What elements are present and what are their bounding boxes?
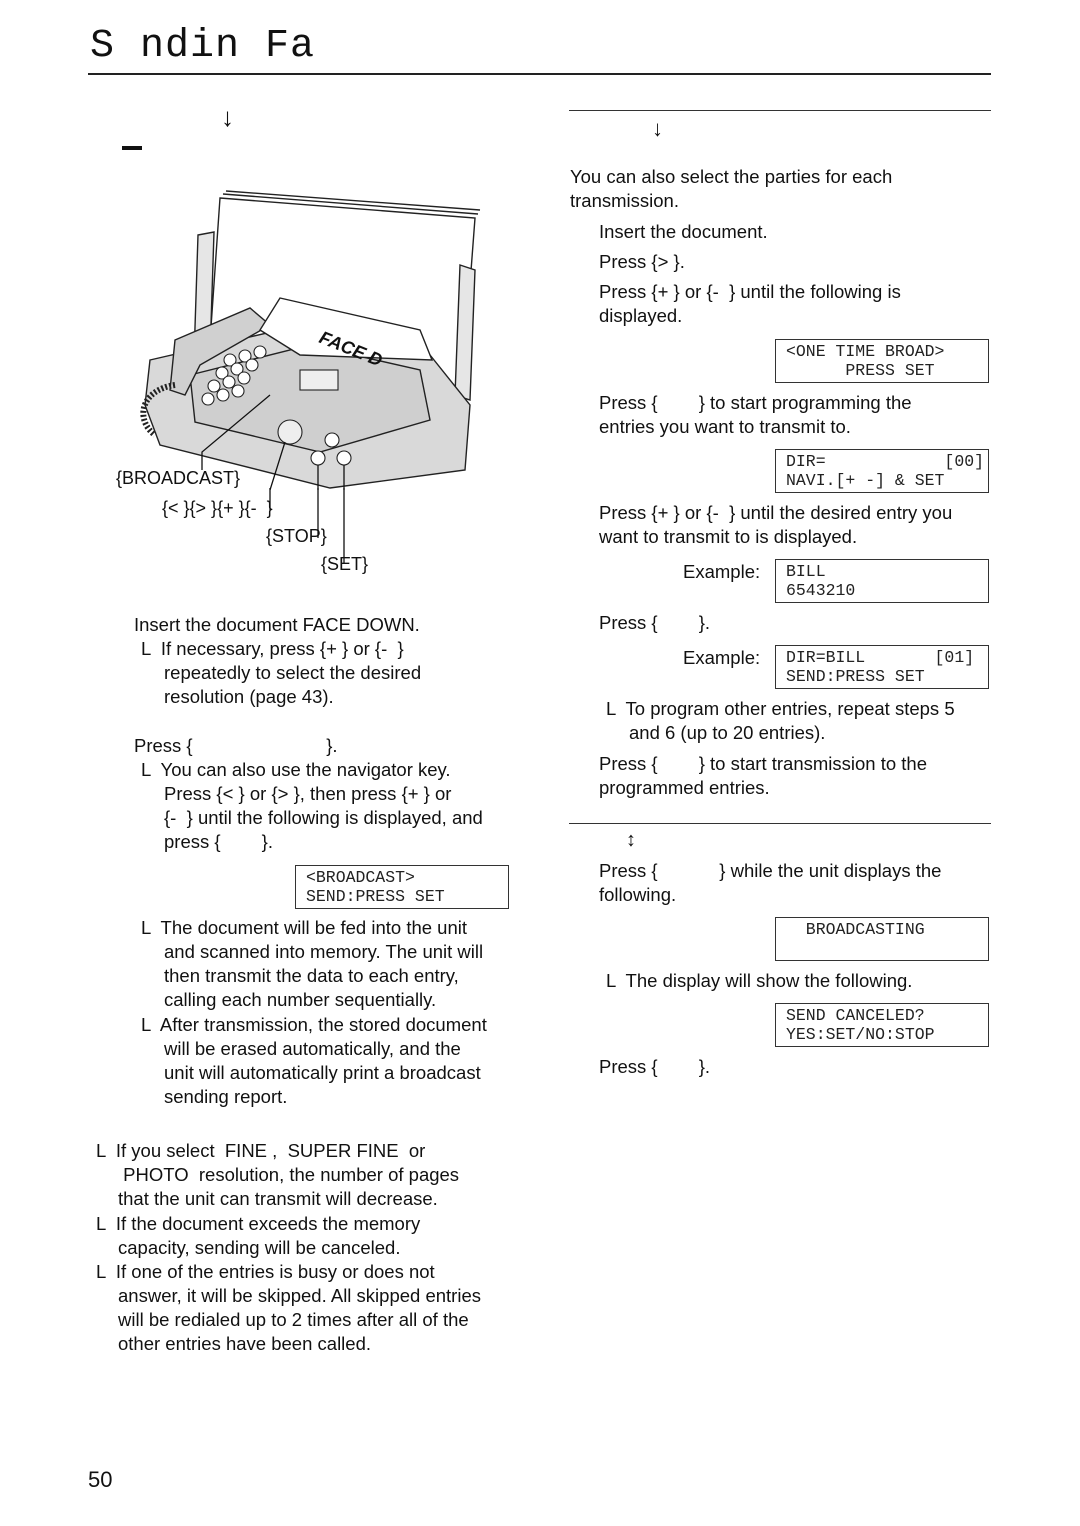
step-7: Press { } to start transmission to the: [599, 753, 927, 774]
navigator-key: [277, 419, 303, 445]
note-resolution-cont: PHOTO resolution, the number of pages: [118, 1164, 460, 1185]
step-navigator-note: L You can also use the navigator key.: [141, 759, 451, 780]
lcd-line: SEND:PRESS SET: [786, 667, 925, 686]
intro-text: You can also select the parties for each: [570, 166, 893, 187]
step-insert-note-cont: repeatedly to select the desired: [164, 662, 422, 683]
lcd-line: PRESS SET: [786, 361, 935, 380]
step-5: Press {+ } or {- } until the desired ent…: [599, 502, 953, 523]
lcd-broadcast: <BROADCAST> SEND:PRESS SET: [295, 865, 509, 909]
lcd-dir-bill: DIR=BILL [01] SEND:PRESS SET: [775, 645, 989, 689]
after-note-1: L The document will be fed into the unit: [141, 917, 468, 938]
step-1: Insert the document.: [599, 221, 768, 242]
label-broadcast-key: {BROADCAST}: [116, 468, 241, 488]
note-busy-cont: will be redialed up to 2 times after all…: [118, 1309, 469, 1330]
note-resolution: L If you select FINE , SUPER FINE or: [96, 1140, 426, 1161]
lcd-line: 6543210: [786, 581, 856, 600]
step-3: Press {+ } or {- } until the following i…: [599, 281, 901, 302]
step-press-broadcast: Press { }.: [134, 735, 338, 756]
step-7-cont: programmed entries.: [599, 777, 770, 798]
set-key: [336, 450, 352, 466]
arrow-down-icon: ↓: [652, 116, 663, 141]
fax-machine-illustration: FACE D: [140, 190, 481, 490]
lcd-one-time-broad: <ONE TIME BROAD> PRESS SET: [775, 339, 989, 383]
step-navigator-note-cont: {- } until the following is displayed, a…: [164, 807, 483, 828]
note-busy-cont: answer, it will be skipped. All skipped …: [118, 1285, 481, 1306]
note-memory-cont: capacity, sending will be canceled.: [118, 1237, 401, 1258]
lcd-broadcasting: BROADCASTING: [775, 917, 989, 961]
lcd-send-canceled: SEND CANCELED? YES:SET/NO:STOP: [775, 1003, 989, 1047]
after-note-2-cont: will be erased automatically, and the: [164, 1038, 461, 1059]
step-6-note-cont: and 6 (up to 20 entries).: [629, 722, 826, 743]
page-number: 50: [88, 1467, 113, 1492]
lcd-line: <ONE TIME BROAD>: [786, 342, 945, 361]
lcd-line: DIR= [00]: [786, 452, 985, 471]
cancel-step-1-cont: following.: [599, 884, 677, 905]
note-busy: L If one of the entries is busy or does …: [96, 1261, 435, 1282]
heading-dash: [122, 146, 142, 150]
step-6: Press { }.: [599, 612, 711, 633]
lcd-line: <BROADCAST>: [306, 868, 415, 887]
lcd-line: NAVI.[+ -] & SET: [786, 471, 945, 490]
cancel-note: L The display will show the following.: [606, 970, 913, 991]
lcd-dir: DIR= [00] NAVI.[+ -] & SET: [775, 449, 989, 493]
step-5-cont: want to transmit to is displayed.: [599, 526, 858, 547]
arrow-down-icon: ↓: [221, 102, 234, 132]
label-navigator-keys: {< }{> }{+ }{- }: [162, 498, 273, 518]
lcd-line: SEND:PRESS SET: [306, 887, 445, 906]
lcd-line: BILL: [786, 562, 826, 581]
step-4-cont: entries you want to transmit to.: [599, 416, 851, 437]
step-insert-note: L If necessary, press {+ } or {- }: [141, 638, 404, 659]
label-set-key: {SET}: [321, 554, 369, 574]
title-divider: [88, 73, 991, 75]
intro-text-cont: transmission.: [570, 190, 679, 211]
note-busy-cont: other entries have been called.: [118, 1333, 372, 1354]
step-navigator-note-cont: press { }.: [164, 831, 273, 852]
step-6-note: L To program other entries, repeat steps…: [606, 698, 955, 719]
lcd-line: BROADCASTING: [786, 920, 925, 939]
lcd-bill: BILL 6543210: [775, 559, 989, 603]
lcd-line: SEND CANCELED?: [786, 1006, 925, 1025]
after-note-2-cont: sending report.: [164, 1086, 288, 1107]
label-stop-key: {STOP}: [266, 526, 327, 546]
stop-key: [310, 450, 326, 466]
step-navigator-note-cont: Press {< } or {> }, then press {+ } or: [164, 783, 452, 804]
cancel-step-2: Press { }.: [599, 1056, 711, 1077]
example-label: Example:: [683, 647, 761, 668]
after-note-2: L After transmission, the stored documen…: [141, 1014, 487, 1035]
example-label: Example:: [683, 561, 761, 582]
note-resolution-cont: that the unit can transmit will decrease…: [118, 1188, 438, 1209]
lcd-line: [786, 939, 978, 958]
note-memory: L If the document exceeds the memory: [96, 1213, 421, 1234]
after-note-1-cont: and scanned into memory. The unit will: [164, 941, 484, 962]
arrow-up-down-icon: ↕: [626, 829, 636, 851]
section-divider: [569, 823, 991, 824]
step-2: Press {> }.: [599, 251, 685, 272]
lcd-line: DIR=BILL [01]: [786, 648, 975, 667]
step-insert-document: Insert the document FACE DOWN.: [134, 614, 420, 635]
step-insert-note-cont: resolution (page 43).: [164, 686, 334, 707]
step-3-cont: displayed.: [599, 305, 683, 326]
after-note-2-cont: unit will automatically print a broadcas…: [164, 1062, 481, 1083]
after-note-1-cont: calling each number sequentially.: [164, 989, 437, 1010]
page-title: S ndin Fa: [90, 24, 316, 69]
step-4: Press { } to start programming the: [599, 392, 912, 413]
lcd-line: YES:SET/NO:STOP: [786, 1025, 935, 1044]
after-note-1-cont: then transmit the data to each entry,: [164, 965, 459, 986]
section-divider: [569, 110, 991, 111]
cancel-step-1: Press { } while the unit displays the: [599, 860, 942, 881]
